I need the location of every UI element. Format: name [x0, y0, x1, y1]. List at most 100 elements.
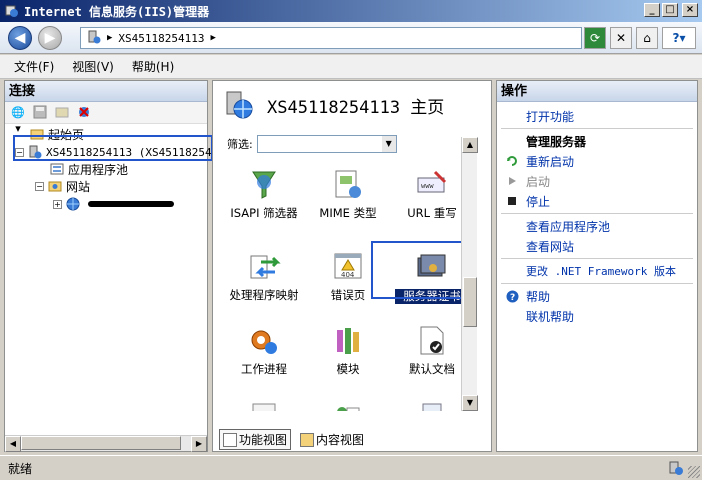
stop-icon[interactable]: ✕ — [610, 27, 632, 49]
feature-label: 服务器证书 — [395, 289, 469, 304]
features-view-icon — [223, 432, 237, 447]
worker-processes-icon — [246, 323, 282, 359]
filter-dropdown[interactable]: ▼ — [256, 135, 397, 153]
chevron-down-icon[interactable]: ▼ — [381, 136, 396, 152]
redacted-site-name — [88, 201, 174, 207]
breadcrumb-server[interactable]: XS45118254113 — [118, 32, 204, 45]
action-label: 停止 — [526, 194, 551, 209]
feature-label: 默认文档 — [409, 362, 455, 376]
modules-icon — [330, 323, 366, 359]
feature-label: 处理程序映射 — [229, 288, 299, 302]
feature-mime-types[interactable]: MIME 类型 — [311, 167, 385, 220]
action-open-feature[interactable]: 打开功能 — [497, 106, 697, 126]
collapse-server-toggle[interactable]: − — [15, 147, 24, 157]
stop-icon — [505, 194, 519, 208]
feature-url-rewrite[interactable]: www URL 重写 — [395, 167, 469, 220]
status-bar: 就绪 — [0, 455, 702, 480]
action-label: 联机帮助 — [526, 309, 575, 324]
maximize-button[interactable]: □ — [662, 3, 678, 17]
feature-label: URL 重写 — [407, 206, 457, 220]
action-label: 帮助 — [526, 289, 551, 304]
connections-tree: 起始页 − XS45118254113 (XS451182541 应用程序池 −… — [5, 124, 218, 424]
action-view-sites[interactable]: 查看网站 — [497, 236, 697, 256]
refresh-icon[interactable]: ⟳ — [584, 27, 606, 49]
action-stop[interactable]: 停止 — [497, 191, 697, 211]
minimize-button[interactable]: _ — [644, 3, 660, 17]
feature-error-pages[interactable]: 404 错误页 — [311, 249, 385, 302]
scroll-left-button[interactable]: ◀ — [5, 436, 21, 452]
tree-item-site[interactable]: + — [53, 196, 174, 212]
feature-modules[interactable]: 模块 — [311, 323, 385, 376]
delete-connection-icon[interactable] — [75, 105, 93, 121]
back-button[interactable]: ◀ — [8, 26, 32, 50]
start-page-icon — [29, 126, 45, 142]
scroll-right-button[interactable]: ▶ — [191, 436, 207, 452]
tree-item-start-page[interactable]: 起始页 — [29, 126, 84, 142]
home-icon[interactable]: ⌂ — [636, 27, 658, 49]
collapse-sites-toggle[interactable]: − — [35, 181, 44, 191]
menu-help[interactable]: 帮助(H) — [132, 58, 174, 75]
feature-isapi-filters[interactable]: ISAPI 筛选器 — [227, 167, 301, 220]
menu-file[interactable]: 文件(F) — [14, 58, 54, 75]
svg-text:404: 404 — [341, 271, 355, 279]
menu-bar: 文件(F) 视图(V) 帮助(H) — [0, 55, 702, 79]
section-heading: 管理服务器 — [526, 134, 587, 149]
feature-partial-1[interactable] — [227, 397, 301, 411]
divider — [501, 128, 693, 129]
scroll-up-button[interactable]: ▲ — [462, 137, 478, 153]
resize-grip[interactable] — [688, 466, 700, 478]
action-change-framework[interactable]: 更改 .NET Framework 版本 — [497, 261, 697, 281]
tree-item-server[interactable]: − XS45118254113 (XS451182541 — [15, 144, 218, 160]
app-pools-icon — [49, 161, 65, 177]
forward-button[interactable]: ▶ — [38, 26, 62, 50]
scroll-thumb[interactable] — [463, 277, 477, 327]
scroll-thumb[interactable] — [21, 436, 181, 450]
tree-item-sites[interactable]: − 网站 — [35, 178, 90, 194]
title-bar: Internet 信息服务(IIS)管理器 _ □ × — [0, 0, 702, 22]
view-tabs: 功能视图 内容视图 — [219, 429, 367, 450]
action-start[interactable]: 启动 — [497, 171, 697, 191]
breadcrumb-separator: ▶ — [107, 33, 113, 43]
action-online-help[interactable]: 联机帮助 — [497, 306, 697, 326]
feature-label: ISAPI 筛选器 — [230, 206, 298, 220]
divider — [501, 213, 693, 214]
feature-label: 错误页 — [330, 288, 366, 302]
feature-label: 模块 — [336, 362, 360, 376]
action-view-app-pools[interactable]: 查看应用程序池 — [497, 216, 697, 236]
feature-partial-2[interactable] — [311, 397, 385, 411]
tab-features-view[interactable]: 功能视图 — [219, 429, 292, 450]
tab-content-view[interactable]: 内容视图 — [297, 429, 367, 450]
mime-types-icon — [330, 167, 366, 203]
feature-worker-processes[interactable]: 工作进程 — [227, 323, 301, 376]
save-icon[interactable] — [31, 105, 49, 121]
menu-view[interactable]: 视图(V) — [72, 58, 114, 75]
url-rewrite-icon: www — [414, 167, 450, 203]
connections-header: 连接 — [5, 81, 207, 102]
action-help[interactable]: ? 帮助 — [497, 286, 697, 306]
feature-icons-grid: ISAPI 筛选器 MIME 类型 www URL 重写 处理程序映射 404 … — [227, 159, 475, 411]
breadcrumb-separator-end[interactable]: ▶ — [211, 33, 216, 43]
features-panel: XS45118254113 主页 筛选: ▼ ISAPI 筛选器 MIME 类型… — [212, 80, 492, 452]
filter-row: 筛选: ▼ — [227, 133, 489, 155]
feature-handler-mappings[interactable]: 处理程序映射 — [227, 249, 301, 302]
close-button[interactable]: × — [682, 3, 698, 17]
filter-label: 筛选: — [227, 138, 253, 151]
actions-panel: 操作 打开功能 管理服务器 重新启动 启动 停止 查看应用程序池 查看网站 更改… — [496, 80, 698, 452]
feature-server-certificates[interactable]: 服务器证书 — [395, 249, 469, 304]
features-vertical-scrollbar[interactable]: ▲ ▼ — [461, 137, 478, 411]
action-restart[interactable]: 重新启动 — [497, 151, 697, 171]
expand-site-toggle[interactable]: + — [53, 199, 62, 209]
connect-icon[interactable]: 🌐▾ — [9, 105, 27, 135]
tree-horizontal-scrollbar[interactable]: ◀ ▶ — [5, 435, 207, 452]
feature-partial-3[interactable] — [395, 397, 469, 411]
scroll-down-button[interactable]: ▼ — [462, 395, 478, 411]
up-level-icon[interactable] — [53, 105, 71, 121]
feature-default-document[interactable]: 默认文档 — [395, 323, 469, 376]
tree-label-sites: 网站 — [66, 179, 91, 194]
address-breadcrumb[interactable]: ▶ XS45118254113 ▶ — [80, 27, 582, 49]
website-globe-icon — [65, 196, 81, 212]
action-label: 查看应用程序池 — [526, 219, 611, 234]
help-dropdown-icon[interactable]: ?▾ — [662, 27, 696, 49]
tree-item-app-pools[interactable]: 应用程序池 — [49, 161, 128, 177]
feature-label: 工作进程 — [241, 362, 287, 376]
